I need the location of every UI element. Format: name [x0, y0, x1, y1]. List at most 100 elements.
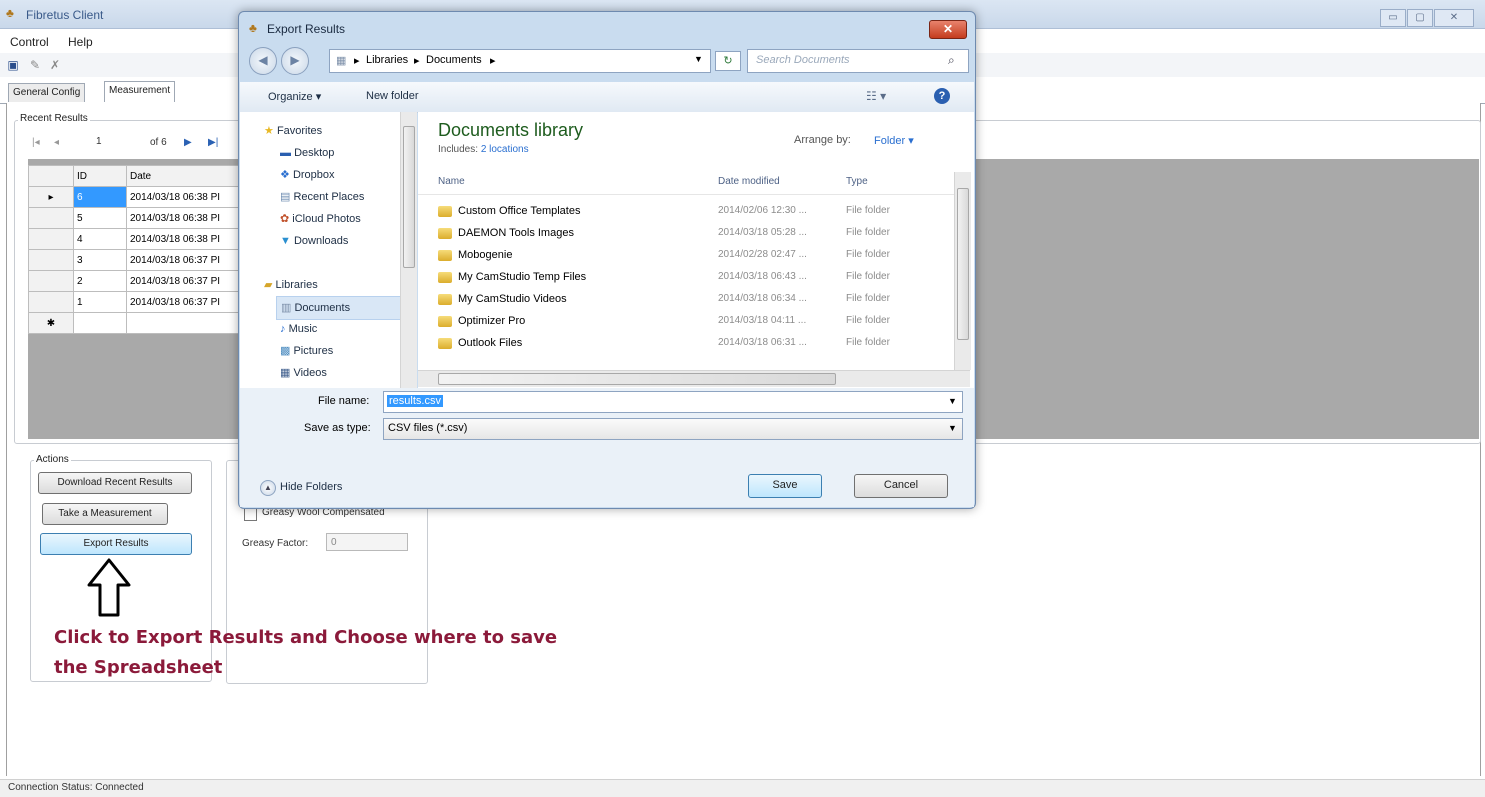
tab-general-config[interactable]: General Config	[8, 83, 86, 102]
table-row[interactable]: ▸ 6 2014/03/18 06:38 PI	[28, 186, 242, 208]
cell-id[interactable]: 2	[73, 270, 127, 292]
download-results-button[interactable]: Download Recent Results	[38, 472, 192, 494]
organize-button[interactable]: Organize ▾	[268, 90, 321, 103]
refresh-icon[interactable]: ↻	[715, 51, 741, 71]
cell-date[interactable]: 2014/03/18 06:38 PI	[126, 228, 242, 250]
cancel-button[interactable]: Cancel	[854, 474, 948, 498]
help-icon[interactable]: ?	[934, 88, 950, 104]
dialog-close-button[interactable]: ✕	[929, 20, 967, 39]
cell-id[interactable]: 6	[73, 186, 127, 208]
file-name: DAEMON Tools Images	[458, 227, 574, 239]
file-list-vscroll-thumb[interactable]	[957, 188, 969, 340]
new-row[interactable]: ✱	[28, 312, 242, 334]
cell-id[interactable]	[73, 312, 127, 334]
list-item[interactable]: My CamStudio Videos 2014/03/18 06:34 ...…	[438, 288, 954, 310]
list-item[interactable]: Outlook Files 2014/03/18 06:31 ... File …	[438, 332, 954, 354]
greasy-wool-checkbox[interactable]	[244, 508, 257, 521]
tools-icon[interactable]: ✗	[48, 58, 62, 72]
view-options-icon[interactable]: ☷ ▾	[866, 89, 886, 103]
cell-id[interactable]: 4	[73, 228, 127, 250]
nav-lib-music[interactable]: ♪ Music	[280, 318, 317, 340]
cell-date[interactable]	[126, 312, 242, 334]
list-item[interactable]: Optimizer Pro 2014/03/18 04:11 ... File …	[438, 310, 954, 332]
table-row[interactable]: 5 2014/03/18 06:38 PI	[28, 207, 242, 229]
cell-id[interactable]: 1	[73, 291, 127, 313]
minimize-button[interactable]: ▭	[1380, 9, 1406, 27]
breadcrumb-documents[interactable]: Documents	[426, 54, 482, 66]
libraries-icon: ▰	[264, 279, 273, 291]
nav-item-downloads[interactable]: ▼ Downloads	[280, 230, 348, 252]
nav-lib-pictures[interactable]: ▩ Pictures	[280, 340, 333, 362]
cell-date[interactable]: 2014/03/18 06:38 PI	[126, 207, 242, 229]
address-bar[interactable]: ▦ ▸ Libraries ▸ Documents ▸ ▼	[329, 49, 711, 73]
nav-lib-documents[interactable]: ▥ Documents	[276, 296, 402, 320]
hide-folders-icon[interactable]: ▲	[260, 480, 276, 496]
save-icon[interactable]: ▣	[6, 58, 20, 72]
nav-item-dropbox[interactable]: ❖ Dropbox	[280, 164, 335, 186]
folder-icon	[438, 227, 452, 239]
file-name-dropdown-icon[interactable]: ▼	[948, 396, 957, 406]
table-row[interactable]: 2 2014/03/18 06:37 PI	[28, 270, 242, 292]
save-as-type-dropdown-icon[interactable]: ▼	[948, 423, 957, 433]
cell-date[interactable]: 2014/03/18 06:37 PI	[126, 270, 242, 292]
cell-date[interactable]: 2014/03/18 06:38 PI	[126, 186, 242, 208]
search-box[interactable]: Search Documents ⌕	[747, 49, 969, 73]
take-measurement-button[interactable]: Take a Measurement	[42, 503, 168, 525]
file-list-vscrollbar[interactable]	[954, 172, 971, 370]
edit-icon[interactable]: ✎	[28, 58, 42, 72]
nav-last-icon[interactable]: ▶|	[208, 137, 218, 148]
back-button[interactable]: ◀	[249, 47, 277, 75]
list-item[interactable]: DAEMON Tools Images 2014/03/18 05:28 ...…	[438, 222, 954, 244]
file-name-input[interactable]: results.csv ▼	[383, 391, 963, 413]
breadcrumb-libraries[interactable]: Libraries	[366, 54, 408, 66]
nav-first-icon[interactable]: |◂	[32, 137, 40, 148]
maximize-button[interactable]: ▢	[1407, 9, 1433, 27]
file-name: Custom Office Templates	[458, 205, 581, 217]
cell-date[interactable]: 2014/03/18 06:37 PI	[126, 249, 242, 271]
list-item[interactable]: My CamStudio Temp Files 2014/03/18 06:43…	[438, 266, 954, 288]
greasy-factor-input[interactable]: 0	[326, 533, 408, 551]
menu-help[interactable]: Help	[68, 35, 93, 49]
col-header-type[interactable]: Type	[846, 176, 868, 187]
new-folder-button[interactable]: New folder	[366, 90, 419, 102]
nav-scroll-thumb[interactable]	[403, 126, 415, 268]
nav-lib-videos[interactable]: ▦ Videos	[280, 362, 327, 384]
save-button[interactable]: Save	[748, 474, 822, 498]
hide-folders-button[interactable]: Hide Folders	[280, 481, 342, 493]
cell-date[interactable]: 2014/03/18 06:37 PI	[126, 291, 242, 313]
menu-control[interactable]: Control	[10, 35, 49, 49]
col-header-id[interactable]: ID	[73, 165, 127, 187]
tab-measurement[interactable]: Measurement	[104, 81, 176, 102]
col-header-date-modified[interactable]: Date modified	[718, 176, 780, 187]
nav-item-recent-places[interactable]: ▤ Recent Places	[280, 186, 364, 208]
search-icon[interactable]: ⌕	[948, 53, 955, 68]
nav-libraries[interactable]: ▰ Libraries	[264, 274, 318, 296]
nav-prev-icon[interactable]: ◂	[54, 137, 59, 148]
nav-item-desktop[interactable]: ▬ Desktop	[280, 142, 334, 164]
includes-link[interactable]: 2 locations	[481, 144, 529, 155]
arrange-by-dropdown[interactable]: Folder ▾	[874, 134, 914, 147]
cell-id[interactable]: 3	[73, 249, 127, 271]
table-row[interactable]: 3 2014/03/18 06:37 PI	[28, 249, 242, 271]
list-item[interactable]: Mobogenie 2014/02/28 02:47 ... File fold…	[438, 244, 954, 266]
file-list-hscroll-thumb[interactable]	[438, 373, 836, 385]
col-header-name[interactable]: Name	[438, 176, 465, 187]
file-list-hscrollbar[interactable]	[418, 370, 970, 387]
nav-next-icon[interactable]: ▶	[184, 137, 192, 148]
table-row[interactable]: 4 2014/03/18 06:38 PI	[28, 228, 242, 250]
nav-scrollbar[interactable]	[400, 112, 417, 388]
cell-id[interactable]: 5	[73, 207, 127, 229]
nav-favorites[interactable]: ★ Favorites	[264, 120, 322, 142]
list-item[interactable]: Custom Office Templates 2014/02/06 12:30…	[438, 200, 954, 222]
nav-position[interactable]: 1	[96, 136, 102, 147]
table-row[interactable]: 1 2014/03/18 06:37 PI	[28, 291, 242, 313]
address-dropdown-icon[interactable]: ▼	[694, 54, 703, 64]
close-button[interactable]: ✕	[1434, 9, 1474, 27]
file-type: File folder	[846, 315, 890, 326]
export-results-button[interactable]: Export Results	[40, 533, 192, 555]
forward-button[interactable]: ▶	[281, 47, 309, 75]
col-header-date[interactable]: Date	[126, 165, 242, 187]
nav-item-icloud-photos[interactable]: ✿ iCloud Photos	[280, 208, 361, 230]
save-as-type-select[interactable]: CSV files (*.csv) ▼	[383, 418, 963, 440]
file-type: File folder	[846, 293, 890, 304]
